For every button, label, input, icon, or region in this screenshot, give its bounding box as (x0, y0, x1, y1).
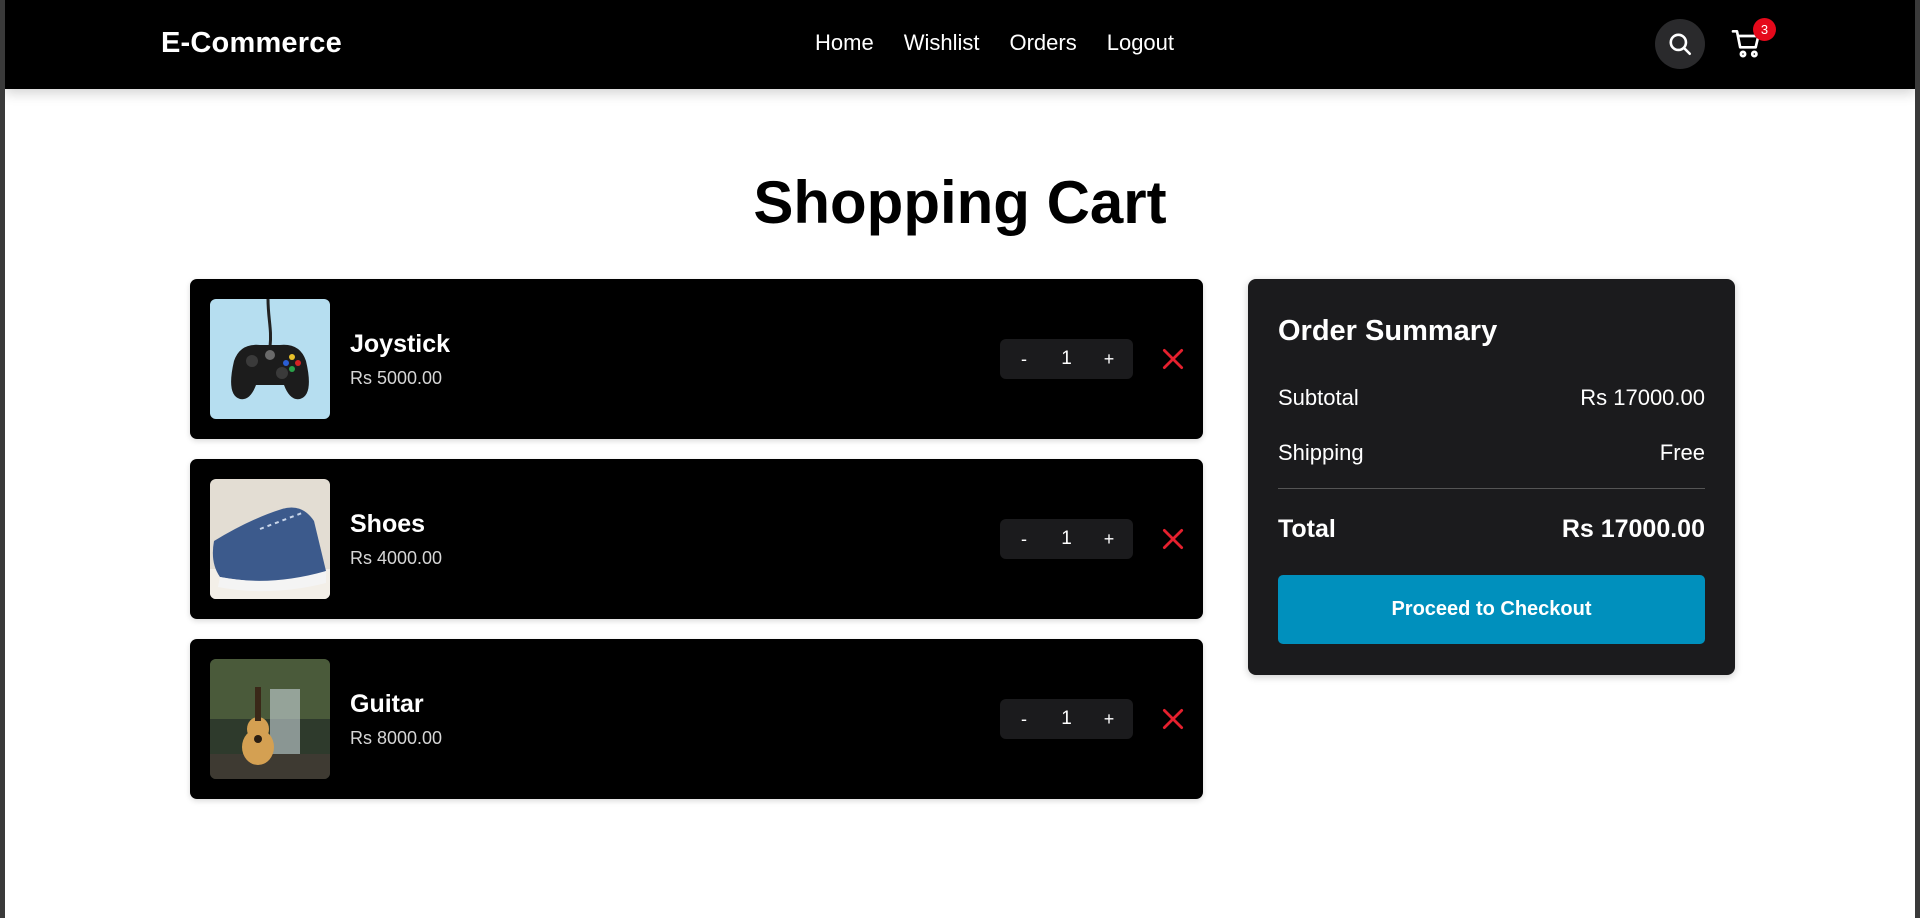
decrease-quantity-button[interactable]: - (1012, 349, 1036, 370)
checkout-button[interactable]: Proceed to Checkout (1278, 575, 1705, 644)
item-name: Shoes (350, 510, 426, 538)
quantity-stepper: - 1 + (1000, 519, 1133, 559)
increase-quantity-button[interactable]: + (1097, 349, 1121, 370)
shipping-label: Shipping (1278, 440, 1364, 465)
nav-link-wishlist[interactable]: Wishlist (904, 30, 980, 56)
cart-item: Shoes Rs 4000.00 - 1 + (190, 459, 1203, 619)
subtotal-label: Subtotal (1278, 385, 1359, 410)
total-row: Total Rs 17000.00 (1278, 515, 1705, 544)
cart-item: Joystick Rs 5000.00 - 1 + (190, 279, 1203, 439)
nav-links: Home Wishlist Orders Logout (815, 30, 1174, 56)
quantity-value: 1 (1061, 348, 1072, 369)
total-label: Total (1278, 515, 1336, 543)
quantity-value: 1 (1061, 708, 1072, 729)
cart-item: Guitar Rs 8000.00 - 1 + (190, 639, 1203, 799)
increase-quantity-button[interactable]: + (1097, 529, 1121, 550)
subtotal-value: Rs 17000.00 (1580, 385, 1705, 410)
brand-logo[interactable]: E-Commerce (161, 27, 342, 60)
search-button[interactable] (1655, 19, 1705, 69)
page: E-Commerce Home Wishlist Orders Logout 3… (5, 0, 1915, 918)
item-price: Rs 5000.00 (350, 368, 443, 388)
close-icon (1162, 528, 1184, 550)
search-icon (1669, 33, 1692, 56)
close-icon (1162, 348, 1184, 370)
item-name: Guitar (350, 690, 424, 718)
remove-item-button[interactable] (1160, 346, 1186, 372)
cart-count-badge: 3 (1753, 18, 1776, 41)
summary-divider (1278, 488, 1705, 489)
quantity-value: 1 (1061, 528, 1072, 549)
decrease-quantity-button[interactable]: - (1012, 529, 1036, 550)
cart-list: Joystick Rs 5000.00 - 1 + Shoes Rs 4000.… (190, 279, 1203, 819)
shipping-row: Shipping Free (1278, 440, 1705, 466)
item-price: Rs 4000.00 (350, 548, 443, 568)
product-image-shoes (210, 479, 330, 599)
quantity-stepper: - 1 + (1000, 339, 1133, 379)
product-image-guitar (210, 659, 330, 779)
nav-link-home[interactable]: Home (815, 30, 874, 56)
quantity-stepper: - 1 + (1000, 699, 1133, 739)
order-summary: Order Summary Subtotal Rs 17000.00 Shipp… (1248, 279, 1735, 675)
navbar: E-Commerce Home Wishlist Orders Logout 3 (5, 0, 1915, 89)
remove-item-button[interactable] (1160, 706, 1186, 732)
decrease-quantity-button[interactable]: - (1012, 709, 1036, 730)
nav-link-logout[interactable]: Logout (1107, 30, 1174, 56)
item-name: Joystick (350, 330, 451, 358)
summary-title: Order Summary (1278, 315, 1498, 347)
page-title: Shopping Cart (753, 169, 1167, 236)
remove-item-button[interactable] (1160, 526, 1186, 552)
item-price: Rs 8000.00 (350, 728, 443, 748)
shipping-value: Free (1659, 440, 1705, 465)
nav-link-orders[interactable]: Orders (1009, 30, 1076, 56)
increase-quantity-button[interactable]: + (1097, 709, 1121, 730)
close-icon (1162, 708, 1184, 730)
subtotal-row: Subtotal Rs 17000.00 (1278, 385, 1705, 411)
product-image-joystick (210, 299, 330, 419)
total-value: Rs 17000.00 (1561, 515, 1705, 543)
